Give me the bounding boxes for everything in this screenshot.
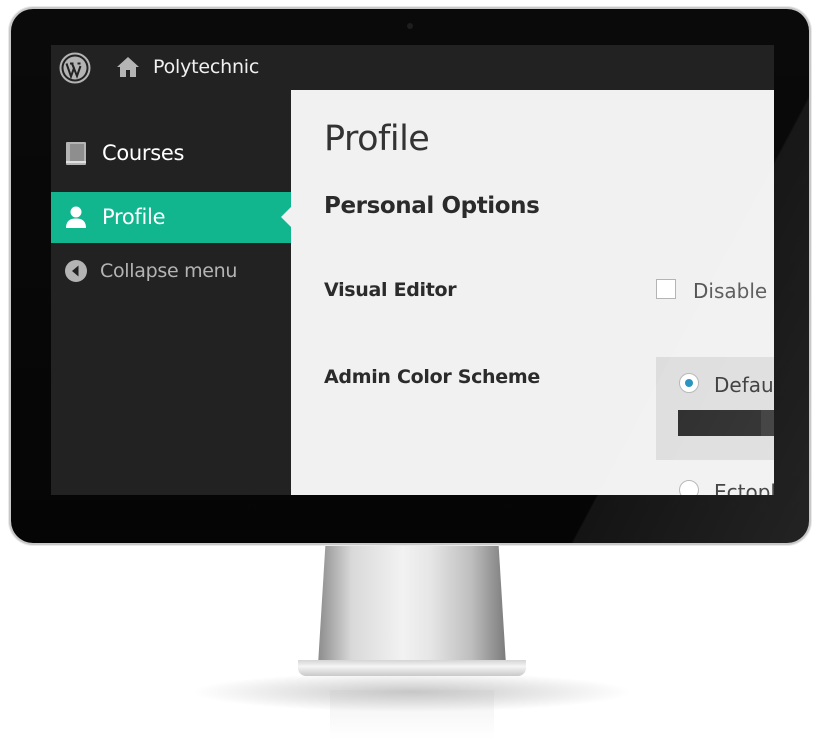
book-icon [66, 142, 86, 165]
sidebar-item-label: Profile [102, 205, 166, 229]
monitor-stand-neck [318, 543, 506, 665]
admin-color-scheme-label: Admin Color Scheme [324, 366, 540, 388]
sidebar-item-label: Courses [102, 141, 185, 165]
section-title: Personal Options [324, 193, 540, 219]
color-swatch-default-secondary [761, 410, 774, 436]
wordpress-logo-icon[interactable] [59, 52, 91, 84]
collapse-arrow-icon [65, 260, 87, 282]
sidebar-item-courses[interactable]: Courses [51, 128, 291, 179]
color-scheme-radio-default[interactable] [679, 373, 699, 393]
color-swatch-default [678, 410, 774, 436]
disable-visual-editor-checkbox[interactable] [656, 279, 676, 299]
color-scheme-radio-ectoplasm[interactable] [679, 480, 699, 495]
sidebar-item-profile[interactable]: Profile [51, 192, 291, 243]
monitor-bezel: Polytechnic Courses Profile Collapse men… [11, 9, 809, 543]
monitor-stand-base [298, 660, 526, 676]
visual-editor-label: Visual Editor [324, 279, 457, 301]
color-scheme-label-ectoplasm[interactable]: Ectopl [714, 480, 774, 495]
home-icon[interactable] [116, 55, 140, 79]
screen: Polytechnic Courses Profile Collapse men… [51, 45, 774, 495]
page-title: Profile [324, 119, 430, 159]
admin-bar: Polytechnic [51, 45, 774, 90]
user-icon [66, 206, 86, 228]
camera-dot [407, 23, 413, 29]
main-content: Profile Personal Options Visual Editor D… [291, 90, 774, 495]
monitor-stage: Polytechnic Courses Profile Collapse men… [0, 0, 823, 742]
color-scheme-label-default[interactable]: Defau [714, 373, 774, 397]
stand-reflection [330, 690, 494, 740]
collapse-menu-button[interactable]: Collapse menu [51, 246, 291, 297]
sidebar-item-label: Collapse menu [100, 260, 238, 282]
site-name-link[interactable]: Polytechnic [153, 56, 259, 78]
disable-visual-editor-text[interactable]: Disable t [693, 279, 774, 303]
